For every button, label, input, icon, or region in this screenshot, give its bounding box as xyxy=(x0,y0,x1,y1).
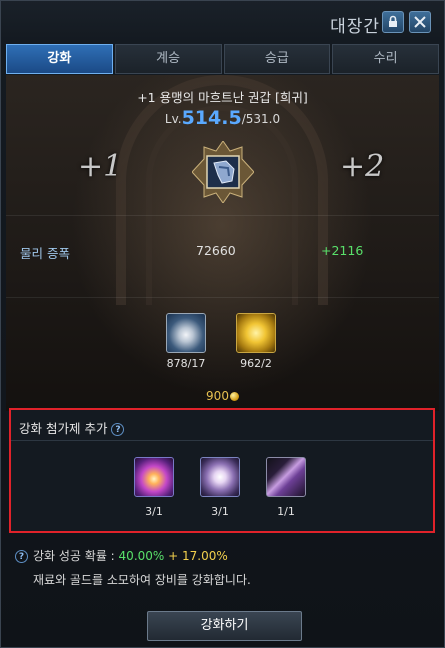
tab-repair[interactable]: 수리 xyxy=(332,44,439,74)
gold-cost: 900 xyxy=(6,389,439,403)
current-enhance-level: +1 xyxy=(78,149,123,184)
tab-inherit[interactable]: 계승 xyxy=(114,44,222,74)
background-arch-inner xyxy=(146,105,298,305)
tab-upgrade[interactable]: 승급 xyxy=(223,44,331,74)
additive-section: 강화 첨가제 추가? 3/1 3/1 1/1 xyxy=(9,408,435,533)
gauntlet-icon xyxy=(191,140,255,204)
close-button[interactable] xyxy=(409,11,431,33)
material-slot[interactable]: 962/2 xyxy=(233,313,279,370)
gold-shard-icon xyxy=(236,313,276,353)
material-count: 878/17 xyxy=(166,357,206,370)
tab-enhance[interactable]: 강화 xyxy=(6,44,113,74)
enhance-scene: +1 용맹의 마흐트난 권갑 [희귀] Lv.514.5/531.0 +1 +2… xyxy=(6,75,439,411)
material-count: 962/2 xyxy=(240,357,272,370)
level-prefix: Lv. xyxy=(164,112,182,126)
tab-bar: 강화 계승 승급 수리 xyxy=(6,44,439,74)
item-name: +1 용맹의 마흐트난 권갑 [희귀] xyxy=(137,90,308,105)
level-current: 514.5 xyxy=(181,107,242,129)
stat-bonus: +2116 xyxy=(321,243,364,258)
lock-icon xyxy=(389,15,397,27)
probability-base: 40.00% xyxy=(118,549,165,563)
stat-value: 72660 xyxy=(196,243,236,258)
additive-title: 강화 첨가제 추가? xyxy=(19,418,125,437)
title-bar[interactable]: 대장간 xyxy=(1,1,444,41)
level-max: /531.0 xyxy=(241,112,281,126)
fire-orb-icon xyxy=(134,457,174,497)
divider xyxy=(6,297,439,298)
close-icon xyxy=(414,16,426,28)
item-slot[interactable] xyxy=(191,140,255,204)
help-icon[interactable]: ? xyxy=(15,550,28,563)
additive-slot[interactable]: 1/1 xyxy=(263,457,309,518)
additive-count: 3/1 xyxy=(211,505,229,518)
next-enhance-level: +2 xyxy=(340,149,385,184)
forge-window: 대장간 강화 계승 승급 수리 +1 용맹의 마흐트난 권갑 [희귀] Lv.5… xyxy=(0,0,445,648)
probability-label: 강화 성공 확률 : xyxy=(33,549,119,563)
item-level: Lv.514.5/531.0 xyxy=(6,107,439,129)
additive-header: 강화 첨가제 추가? xyxy=(11,410,433,441)
gold-amount: 900 xyxy=(206,389,229,403)
additive-count: 3/1 xyxy=(145,505,163,518)
additive-slot[interactable]: 3/1 xyxy=(131,457,177,518)
divider xyxy=(6,215,439,216)
additive-count: 1/1 xyxy=(277,505,295,518)
additive-slot[interactable]: 3/1 xyxy=(197,457,243,518)
probability-bonus: + 17.00% xyxy=(164,549,228,563)
window-title: 대장간 xyxy=(330,17,380,37)
success-probability: ? 강화 성공 확률 : 40.00% + 17.00% xyxy=(15,547,228,564)
crystal-ore-icon xyxy=(166,313,206,353)
additive-title-text: 강화 첨가제 추가 xyxy=(19,421,108,436)
purple-stone-icon xyxy=(200,457,240,497)
help-icon[interactable]: ? xyxy=(111,423,125,436)
stat-row: 물리 증폭 72660 +2116 xyxy=(6,243,439,263)
material-slot[interactable]: 878/17 xyxy=(163,313,209,370)
description: 재료와 골드를 소모하여 장비를 강화합니다. xyxy=(33,573,251,587)
lock-button[interactable] xyxy=(382,11,404,33)
enhance-button[interactable]: 강화하기 xyxy=(147,611,302,641)
gold-coin-icon xyxy=(229,392,239,401)
stat-label: 물리 증폭 xyxy=(20,246,70,261)
violet-crystal-icon xyxy=(266,457,306,497)
